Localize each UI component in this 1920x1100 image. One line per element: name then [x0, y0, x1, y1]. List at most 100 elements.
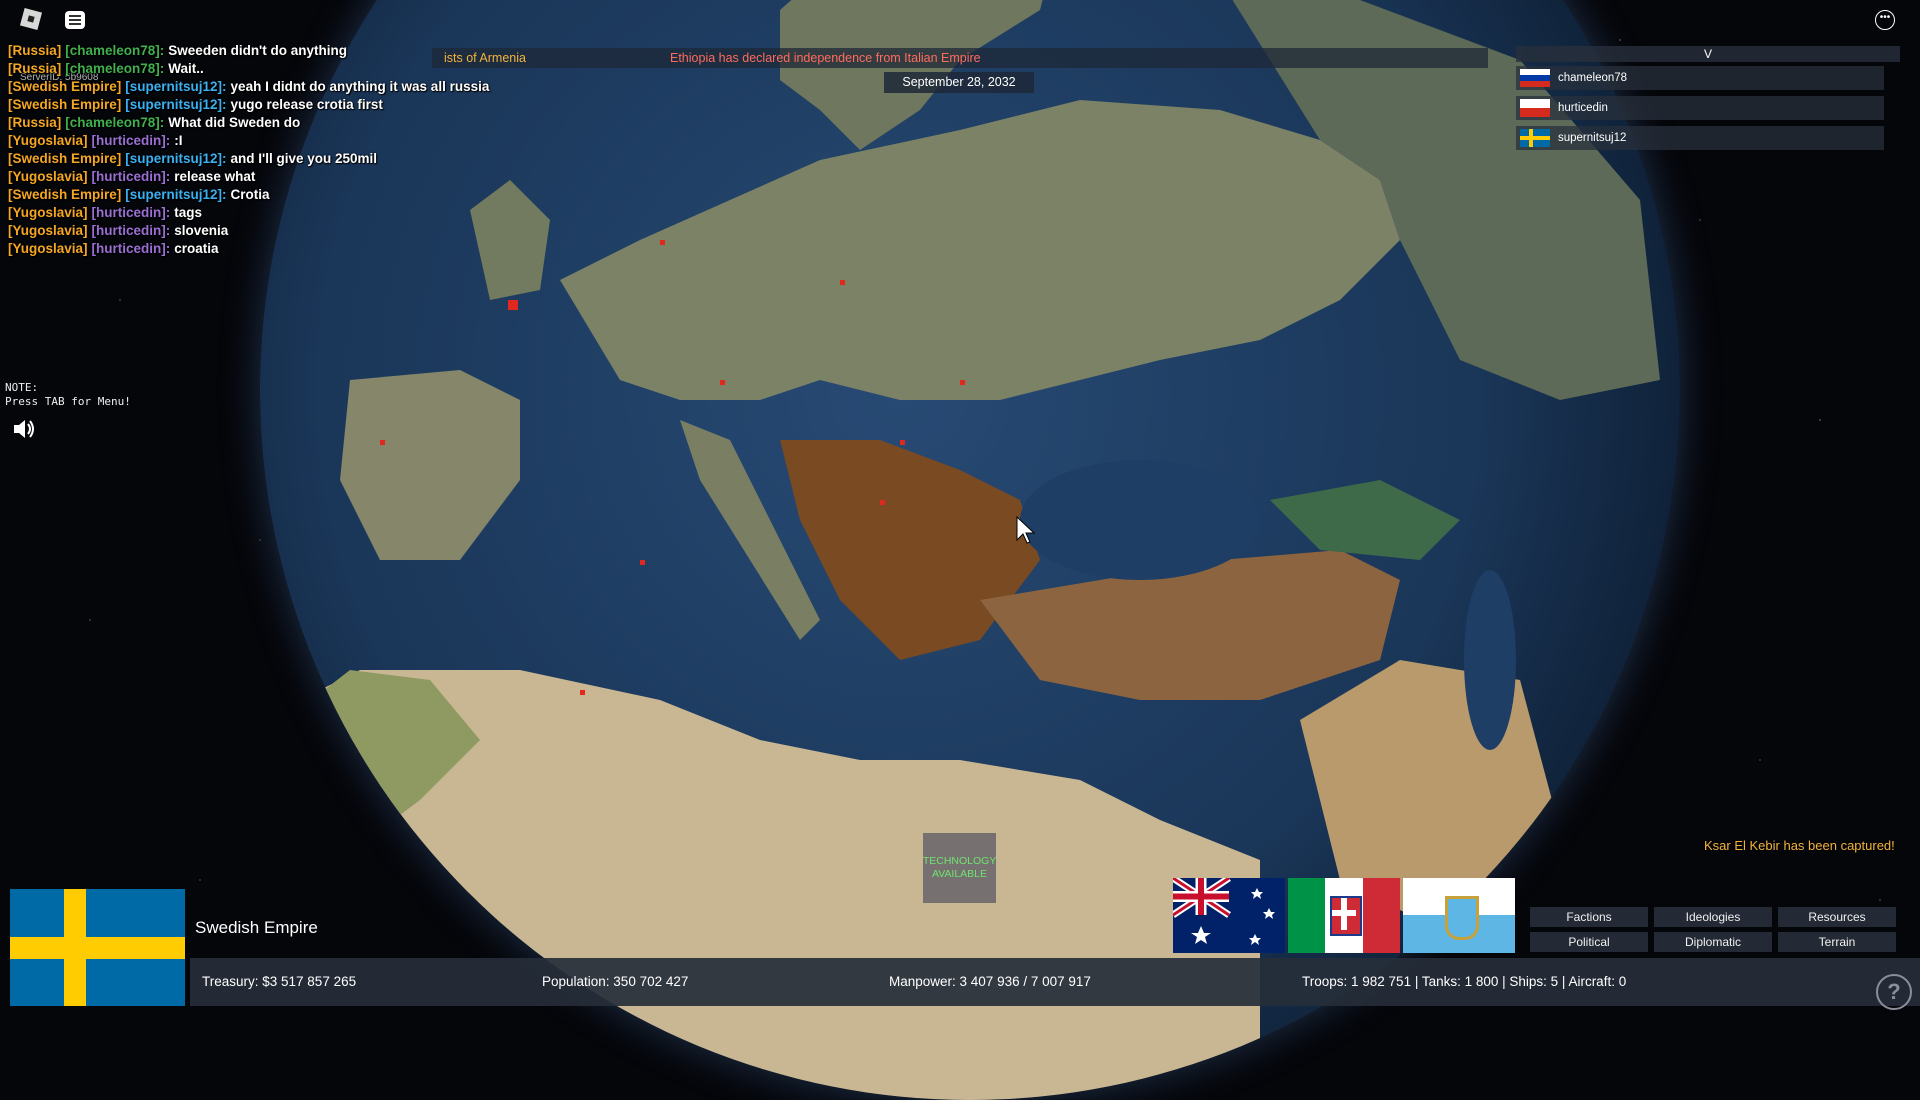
- terrain-map-button[interactable]: Terrain: [1778, 932, 1896, 952]
- chat-message: [Yugoslavia] [hurticedin]: slovenia: [8, 222, 568, 240]
- chat-country-tag: [Yugoslavia]: [8, 205, 88, 220]
- diplomatic-map-button[interactable]: Diplomatic: [1654, 932, 1772, 952]
- mouse-cursor-icon: [1016, 516, 1036, 544]
- iberia-land: [340, 370, 520, 560]
- chat-message: [Yugoslavia] [hurticedin]: release what: [8, 168, 568, 186]
- player-name: hurticedin: [1558, 102, 1608, 114]
- chat-username: [supernitsuj12]:: [125, 187, 227, 202]
- chat-text: Sweeden didn't do anything: [168, 43, 348, 58]
- chat-text: croatia: [174, 241, 219, 256]
- chat-message: [Swedish Empire] [supernitsuj12]: Crotia: [8, 186, 568, 204]
- factions-button[interactable]: Factions: [1530, 907, 1648, 927]
- chat-country-tag: [Russia]: [8, 115, 62, 130]
- city-marker[interactable]: [660, 240, 665, 245]
- city-marker[interactable]: [900, 440, 905, 445]
- chat-country-tag: [Russia]: [8, 61, 62, 76]
- chat-username: [hurticedin]:: [91, 169, 171, 184]
- chat-message: [Swedish Empire] [supernitsuj12]: yugo rel…: [8, 96, 568, 114]
- country-flag-sweden[interactable]: [10, 889, 185, 1006]
- chat-country-tag: [Swedish Empire]: [8, 187, 122, 202]
- chat-message: [Swedish Empire] [supernitsuj12]: and I'll…: [8, 150, 568, 168]
- chat-text: What did Sweden do: [168, 115, 301, 130]
- chat-text: slovenia: [174, 223, 229, 238]
- europe-land: [560, 100, 1400, 400]
- help-icon[interactable]: ?: [1876, 974, 1912, 1010]
- game-date: September 28, 2032: [884, 72, 1034, 93]
- chat-text: release what: [174, 169, 256, 184]
- chat-message: [Yugoslavia] [hurticedin]::I: [8, 132, 568, 150]
- caspian-sea: [1464, 570, 1516, 750]
- player-list: V chameleon78 hurticedin supernitsuj12: [1516, 46, 1900, 156]
- political-map-button[interactable]: Political: [1530, 932, 1648, 952]
- chat-country-tag: [Yugoslavia]: [8, 133, 88, 148]
- military-stat: Troops: 1 982 751 | Tanks: 1 800 | Ships…: [1302, 974, 1627, 989]
- treasury-stat: Treasury: $3 517 857 265: [202, 974, 357, 989]
- chat-text: Wait..: [168, 61, 204, 76]
- chat-username: [chameleon78]:: [65, 115, 165, 130]
- chat-country-tag: [Swedish Empire]: [8, 79, 122, 94]
- news-main-text: Ethiopia has declared independence from …: [670, 51, 981, 65]
- city-marker[interactable]: [580, 690, 585, 695]
- note-label: NOTE:: [5, 381, 39, 394]
- city-marker[interactable]: [720, 380, 725, 385]
- chat-text: yugo release crotia first: [230, 97, 383, 112]
- population-stat: Population: 350 702 427: [542, 974, 689, 989]
- player-name: supernitsuj12: [1558, 132, 1627, 144]
- chat-text: :I: [174, 133, 183, 148]
- san-marino-flag-icon[interactable]: [1403, 878, 1515, 953]
- city-marker[interactable]: [640, 560, 645, 565]
- ideologies-button[interactable]: Ideologies: [1654, 907, 1772, 927]
- city-marker[interactable]: [840, 280, 845, 285]
- city-marker[interactable]: [508, 300, 518, 310]
- caucasus-land: [1270, 480, 1460, 560]
- chat-text: tags: [174, 205, 203, 220]
- technology-available-button[interactable]: TECHNOLOGY AVAILABLE: [923, 833, 996, 903]
- player-name: chameleon78: [1558, 72, 1628, 84]
- chat-username: [supernitsuj12]:: [125, 97, 227, 112]
- russia-flag-icon: [1520, 69, 1550, 87]
- chat-username: [hurticedin]:: [91, 241, 171, 256]
- player-list-header[interactable]: V: [1516, 46, 1900, 62]
- player-row[interactable]: hurticedin: [1516, 96, 1884, 120]
- stats-bar: Treasury: $3 517 857 265 Population: 350…: [190, 958, 1920, 1006]
- more-options-icon[interactable]: •••: [1875, 10, 1895, 30]
- chat-icon[interactable]: [65, 11, 85, 29]
- chat-country-tag: [Swedish Empire]: [8, 97, 122, 112]
- chat-country-tag: [Yugoslavia]: [8, 169, 88, 184]
- city-marker[interactable]: [960, 380, 965, 385]
- news-left-text: ists of Armenia: [444, 51, 526, 65]
- chat-text: Crotia: [230, 187, 270, 202]
- menu-hint: NOTE: Press TAB for Menu!: [5, 381, 131, 409]
- chat-country-tag: [Russia]: [8, 43, 62, 58]
- technology-label: TECHNOLOGY AVAILABLE: [922, 855, 997, 880]
- chat-text: and I'll give you 250mil: [230, 151, 378, 166]
- chat-country-tag: [Yugoslavia]: [8, 223, 88, 238]
- chat-message: [Swedish Empire] [supernitsuj12]: yeah I d…: [8, 78, 568, 96]
- chat-country-tag: [Yugoslavia]: [8, 241, 88, 256]
- country-name: Swedish Empire: [195, 918, 318, 937]
- chat-log: [Russia] [chameleon78]: Sweeden didn't do …: [8, 42, 568, 258]
- yugoslavia-flag-icon: [1520, 99, 1550, 117]
- resources-button[interactable]: Resources: [1778, 907, 1896, 927]
- sweden-flag-icon: [1520, 129, 1550, 147]
- australia-flag-icon[interactable]: [1173, 878, 1285, 953]
- chat-username: [hurticedin]:: [91, 133, 171, 148]
- chat-message: [Yugoslavia] [hurticedin]: croatia: [8, 240, 568, 258]
- chat-username: [chameleon78]:: [65, 61, 165, 76]
- speaker-icon[interactable]: [12, 418, 36, 440]
- city-marker[interactable]: [380, 440, 385, 445]
- city-marker[interactable]: [880, 500, 885, 505]
- capture-notification: Ksar El Kebir has been captured!: [1704, 838, 1895, 853]
- chat-username: [hurticedin]:: [91, 205, 171, 220]
- chat-username: [supernitsuj12]:: [125, 151, 227, 166]
- player-row[interactable]: chameleon78: [1516, 66, 1884, 90]
- manpower-stat: Manpower: 3 407 936 / 7 007 917: [889, 974, 1091, 989]
- player-row[interactable]: supernitsuj12: [1516, 126, 1884, 150]
- black-sea: [1020, 460, 1260, 580]
- chat-country-tag: [Swedish Empire]: [8, 151, 122, 166]
- italy-kingdom-flag-icon[interactable]: [1288, 878, 1400, 953]
- chat-username: [chameleon78]:: [65, 43, 165, 58]
- chat-username: [hurticedin]:: [91, 223, 171, 238]
- note-text: Press TAB for Menu!: [5, 395, 131, 408]
- chat-username: [supernitsuj12]:: [125, 79, 227, 94]
